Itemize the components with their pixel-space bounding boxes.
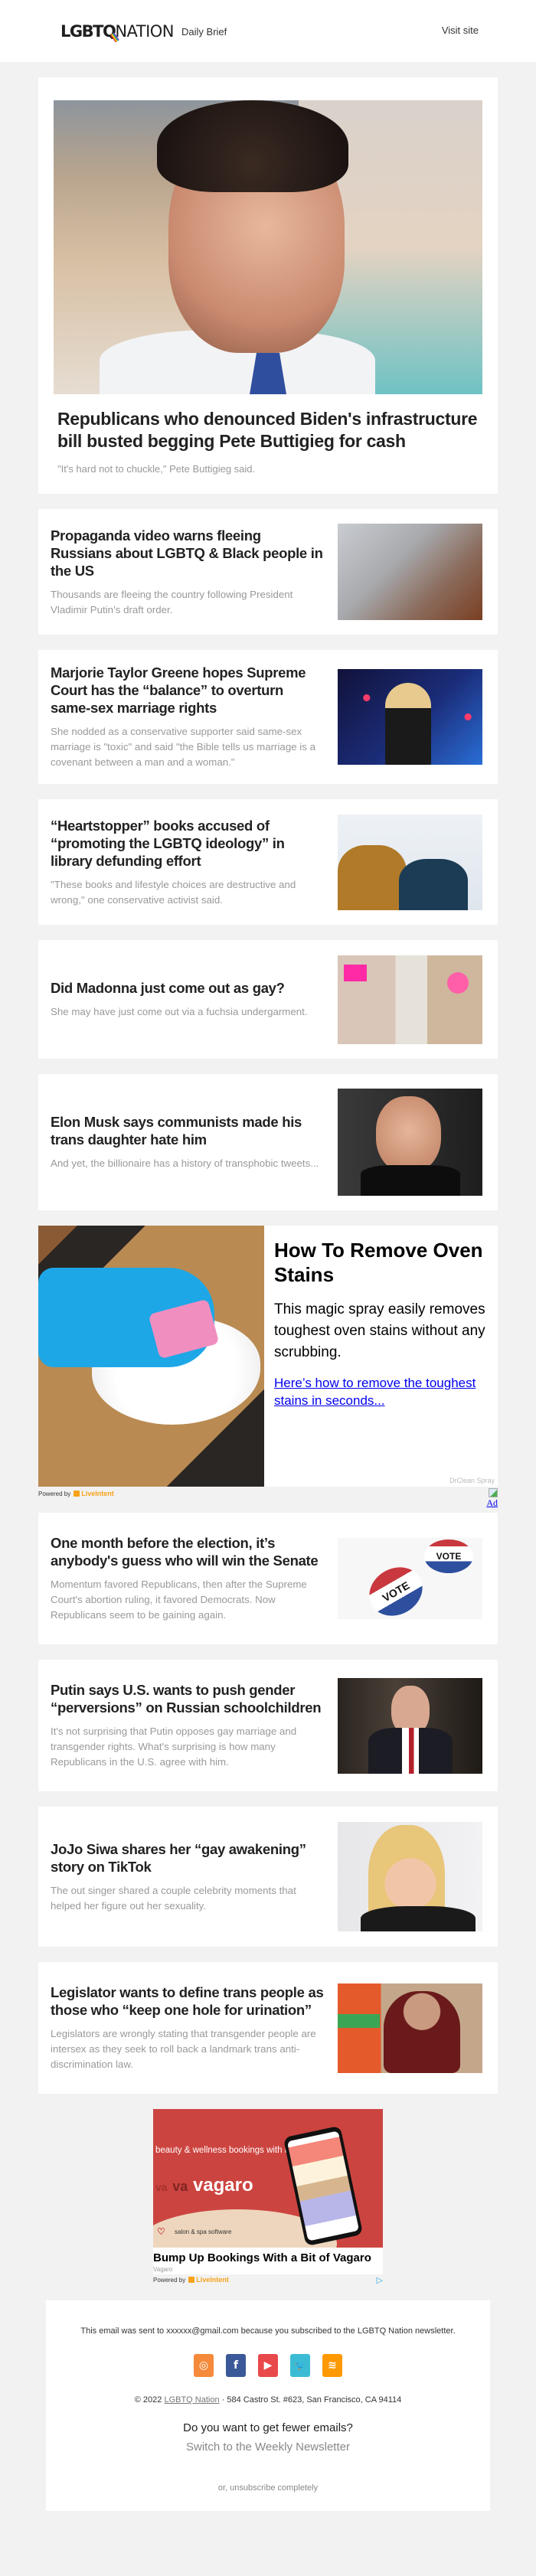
copyright-address: © 2022 LGBTQ Nation · 584 Castro St. #62… [61, 2395, 475, 2405]
story-thumbnail[interactable] [338, 1538, 482, 1619]
newsletter-tagline: Daily Brief [181, 25, 227, 38]
ad-image-brand: va va vagaro [155, 2175, 253, 2196]
story-title-link[interactable]: Legislator wants to define trans people … [51, 1983, 325, 2019]
ad-image[interactable]: beauty & wellness bookings with more va … [153, 2109, 383, 2248]
story-card[interactable]: JoJo Siwa shares her “gay awakening” sto… [38, 1807, 498, 1947]
story-description: Thousands are fleeing the country follow… [51, 588, 293, 615]
story-description: "These books and lifestyle choices are d… [51, 878, 296, 906]
unsubscribe-link[interactable]: or, unsubscribe completely [61, 2483, 475, 2493]
ad-headline[interactable]: How To Remove Oven Stains [274, 1238, 488, 1287]
story-description: It's not surprising that Putin opposes g… [51, 1725, 297, 1768]
story-title-link[interactable]: Elon Musk says communists made his trans… [51, 1113, 325, 1148]
ad-link[interactable]: Here’s how to remove the toughest stains… [274, 1374, 488, 1409]
instagram-icon[interactable]: ◎ [194, 2354, 214, 2377]
liveintent-logo-icon [188, 2277, 195, 2283]
powered-by-label: Powered by [153, 2276, 186, 2284]
social-links: ◎ f ▶ 🐦 ≋ [61, 2354, 475, 2377]
story-description: She nodded as a conservative supporter s… [51, 726, 315, 768]
powered-by-liveintent[interactable]: Powered by LiveIntent [153, 2276, 229, 2284]
story-description: Legislators are wrongly stating that tra… [51, 2028, 316, 2070]
fewer-emails-question: Do you want to get fewer emails? [183, 2421, 353, 2434]
logo-text-bold: LGBT [60, 22, 103, 41]
story-card[interactable]: Putin says U.S. wants to push gender “pe… [38, 1660, 498, 1791]
story-card[interactable]: Did Madonna just come out as gay? She ma… [38, 940, 498, 1059]
ad-headline[interactable]: Bump Up Bookings With a Bit of Vagaro [153, 2251, 383, 2266]
ad-image-tagline: beauty & wellness bookings with more [155, 2146, 305, 2155]
story-title-link[interactable]: Marjorie Taylor Greene hopes Supreme Cou… [51, 664, 325, 717]
ad-brand: DrClean Spray [449, 1477, 495, 1484]
sponsored-ad-vagaro[interactable]: beauty & wellness bookings with more va … [153, 2109, 383, 2285]
rss-icon[interactable]: ≋ [322, 2354, 342, 2377]
hero-story[interactable]: Republicans who denounced Biden's infras… [38, 77, 498, 494]
liveintent-logo-icon [74, 1490, 80, 1497]
site-link[interactable]: LGBTQ Nation [164, 2395, 219, 2405]
story-thumbnail[interactable] [338, 955, 482, 1044]
story-description: And yet, the billionaire has a history o… [51, 1157, 319, 1169]
powered-by-label: Powered by [38, 1490, 71, 1497]
story-card[interactable]: Propaganda video warns fleeing Russians … [38, 509, 498, 635]
story-thumbnail[interactable] [338, 1677, 482, 1774]
story-thumbnail[interactable] [338, 814, 482, 910]
story-description: She may have just come out via a fuchsia… [51, 1006, 308, 1017]
ad-image-subtagline: salon & spa software [175, 2228, 232, 2235]
ad-image[interactable] [38, 1226, 264, 1487]
logo-q: Q [103, 22, 120, 43]
logo-text-thin: NATION [115, 22, 175, 41]
story-thumbnail[interactable] [338, 524, 482, 620]
ad-choices-link[interactable]: Ad [486, 1488, 498, 1509]
story-thumbnail[interactable] [338, 1822, 482, 1931]
story-title-link[interactable]: One month before the election, it’s anyb… [51, 1534, 325, 1569]
powered-by-liveintent[interactable]: Powered by LiveIntent [38, 1490, 114, 1497]
story-description: Momentum favored Republicans, then after… [51, 1579, 307, 1621]
ad-body: This magic spray easily removes toughest… [274, 1301, 485, 1360]
postal-address: · 584 Castro St. #623, San Francisco, CA… [221, 2395, 402, 2405]
story-card[interactable]: “Heartstopper” books accused of “promoti… [38, 799, 498, 925]
youtube-icon[interactable]: ▶ [258, 2354, 278, 2377]
story-title-link[interactable]: Putin says U.S. wants to push gender “pe… [51, 1681, 325, 1716]
hero-image[interactable] [54, 100, 482, 394]
story-title-link[interactable]: Propaganda video warns fleeing Russians … [51, 527, 325, 580]
ad-brand: Vagaro [153, 2266, 173, 2273]
sponsored-ad-oven[interactable]: How To Remove Oven Stains This magic spr… [38, 1226, 498, 1513]
sent-notice: This email was sent to xxxxxx@gmail.com … [80, 2326, 456, 2336]
hero-title-link[interactable]: Republicans who denounced Biden's infras… [57, 408, 479, 452]
story-description: The out singer shared a couple celebrity… [51, 1884, 296, 1912]
twitter-icon[interactable]: 🐦 [290, 2354, 310, 2377]
story-title-link[interactable]: Did Madonna just come out as gay? [51, 979, 325, 997]
liveintent-name: LiveIntent [196, 2276, 229, 2284]
story-card[interactable]: Legislator wants to define trans people … [38, 1962, 498, 2094]
ad-choices-icon[interactable]: ▷ [377, 2275, 383, 2285]
story-card[interactable]: Elon Musk says communists made his trans… [38, 1074, 498, 1210]
hero-image-hair [157, 100, 348, 192]
broken-image-icon [489, 1488, 498, 1497]
footer: This email was sent to xxxxxx@gmail.com … [46, 2300, 490, 2511]
story-title-link[interactable]: JoJo Siwa shares her “gay awakening” sto… [51, 1840, 325, 1876]
switch-weekly-link[interactable]: Switch to the Weekly Newsletter [186, 2441, 350, 2454]
hero-subtitle: "It's hard not to chuckle," Pete Buttigi… [57, 463, 256, 475]
facebook-icon[interactable]: f [226, 2354, 246, 2377]
copyright: © 2022 [134, 2395, 162, 2405]
story-card[interactable]: One month before the election, it’s anyb… [38, 1513, 498, 1644]
story-card[interactable]: Marjorie Taylor Greene hopes Supreme Cou… [38, 650, 498, 784]
story-thumbnail[interactable] [338, 669, 482, 765]
story-title-link[interactable]: “Heartstopper” books accused of “promoti… [51, 817, 325, 870]
vagaro-logo-icon: ♡ [157, 2226, 165, 2237]
story-thumbnail[interactable] [338, 1089, 482, 1196]
story-thumbnail[interactable] [338, 1983, 482, 2073]
ad-label: Ad [486, 1497, 498, 1508]
liveintent-name: LiveIntent [81, 1490, 114, 1497]
visit-site-link[interactable]: Visit site [442, 24, 479, 36]
header-bar: LGBT Q NATION Daily Brief Visit site [0, 0, 536, 62]
lgbtq-nation-logo[interactable]: LGBT Q NATION Daily Brief [60, 22, 227, 43]
